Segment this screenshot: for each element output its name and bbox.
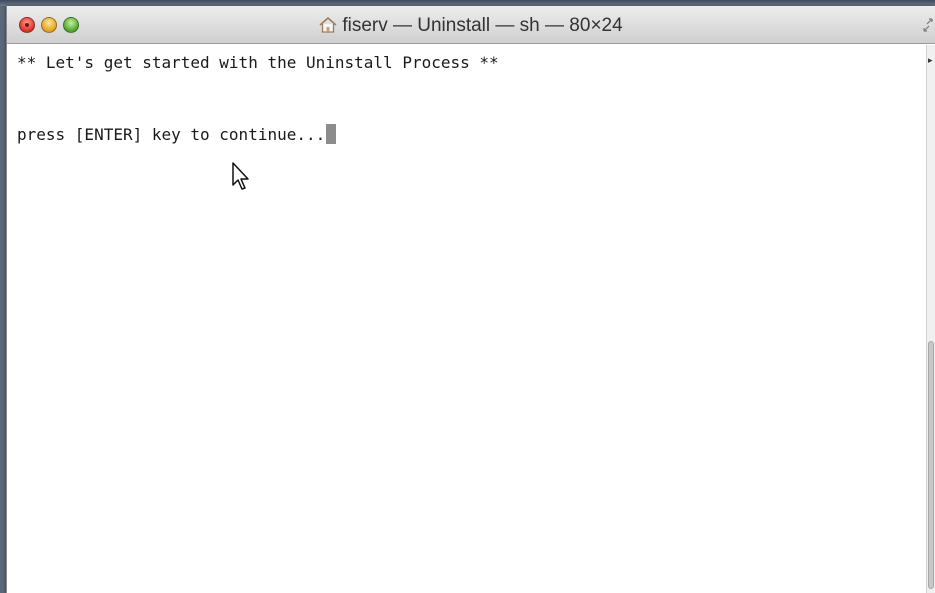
terminal-window: fiserv — Uninstall — sh — 80×24 ** Let's… [6, 6, 935, 593]
home-icon [319, 17, 337, 33]
window-title-text: fiserv — Uninstall — sh — 80×24 [342, 15, 623, 36]
terminal-prompt-text: press [ENTER] key to continue... [17, 125, 326, 144]
terminal-output[interactable]: ** Let's get started with the Uninstall … [7, 45, 926, 593]
mouse-pointer-icon [232, 162, 249, 190]
terminal-line: ** Let's get started with the Uninstall … [17, 53, 499, 72]
terminal-prompt-line: press [ENTER] key to continue... [17, 123, 926, 147]
scroll-thumb[interactable] [928, 341, 934, 589]
scroll-arrow-icon[interactable]: ▸ [928, 57, 934, 66]
fullscreen-icon[interactable] [923, 18, 933, 32]
title-bar[interactable]: fiserv — Uninstall — sh — 80×24 [7, 6, 935, 44]
window-title: fiserv — Uninstall — sh — 80×24 [7, 15, 935, 37]
text-cursor [326, 124, 337, 144]
vertical-scrollbar[interactable]: ▸ [926, 45, 935, 593]
